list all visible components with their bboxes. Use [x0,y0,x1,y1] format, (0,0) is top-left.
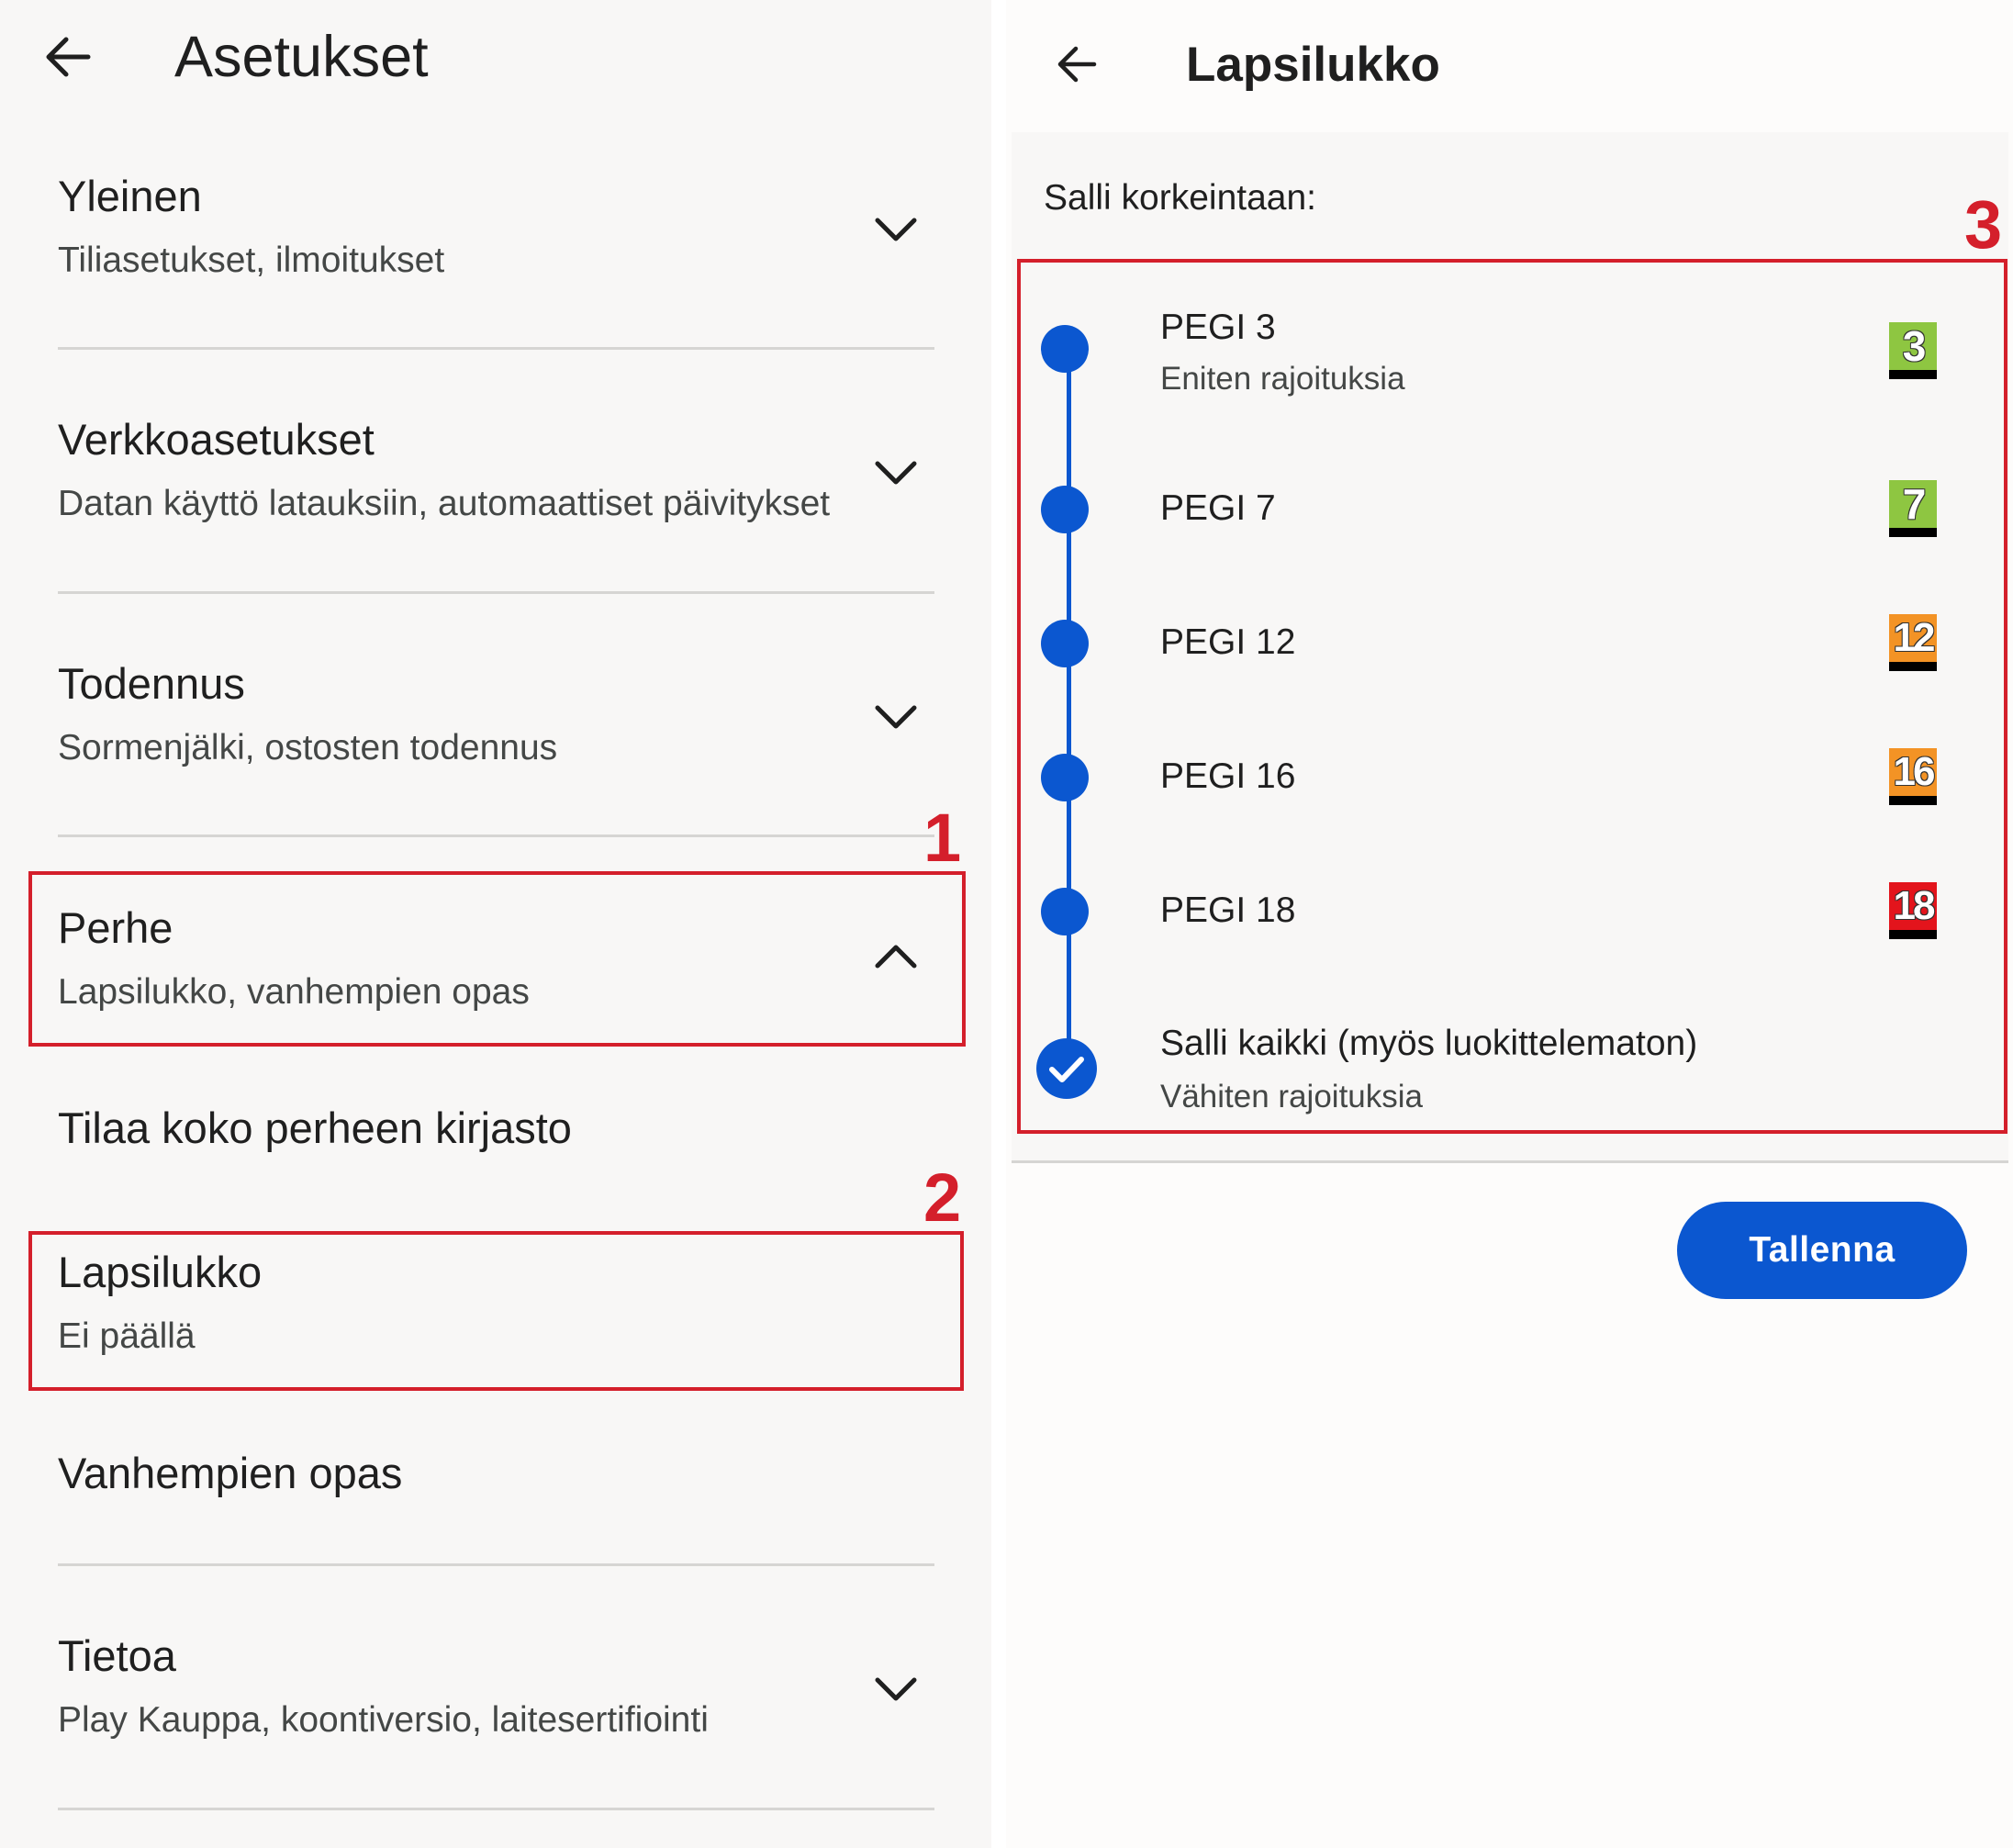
divider [1012,1160,2008,1163]
save-button[interactable]: Tallenna [1677,1202,1967,1299]
section-subtitle: Tiliasetukset, ilmoitukset [58,241,445,280]
annotation-number-1: 1 [923,800,962,876]
section-subtitle: Datan käyttö latauksiin, automaattiset p… [58,484,831,523]
highlight-box-ratings [1017,259,2007,1134]
back-arrow-icon[interactable] [1056,44,1098,84]
section-yleinen[interactable]: Yleinen Tiliasetukset, ilmoitukset [58,171,934,299]
item-title: Tilaa koko perheen kirjasto [58,1103,572,1152]
section-title: Todennus [58,659,245,708]
section-title: Verkkoasetukset [58,415,375,464]
page-title: Lapsilukko [1186,38,1440,92]
item-title: Vanhempien opas [58,1449,403,1497]
annotation-number-2: 2 [923,1159,962,1236]
family-library-item[interactable]: Tilaa koko perheen kirjasto [58,1103,934,1176]
divider [58,347,934,350]
highlight-box-lapsilukko [28,1231,964,1391]
section-subtitle: Play Kauppa, koontiversio, laitesertifio… [58,1700,709,1740]
section-subtitle: Sormenjälki, ostosten todennus [58,728,558,767]
section-title: Tietoa [58,1631,176,1680]
divider [58,1563,934,1566]
highlight-box-perhe [28,871,966,1047]
allow-max-label: Salli korkeintaan: [1044,178,1316,218]
page-title: Asetukset [174,25,429,89]
divider [58,1808,934,1810]
parent-guide-item[interactable]: Vanhempien opas [58,1448,934,1521]
divider [58,591,934,594]
section-todennus[interactable]: Todennus Sormenjälki, ostosten todennus [58,658,934,787]
section-tietoa[interactable]: Tietoa Play Kauppa, koontiversio, laites… [58,1630,934,1759]
section-title: Yleinen [58,172,202,220]
chevron-down-icon [875,218,917,241]
divider [58,834,934,837]
chevron-down-icon [875,1677,917,1701]
chevron-down-icon [875,461,917,485]
back-arrow-icon[interactable] [44,35,92,79]
section-verkkoasetukset[interactable]: Verkkoasetukset Datan käyttö latauksiin,… [58,414,934,543]
annotation-number-3: 3 [1964,186,2003,263]
chevron-down-icon [875,705,917,729]
